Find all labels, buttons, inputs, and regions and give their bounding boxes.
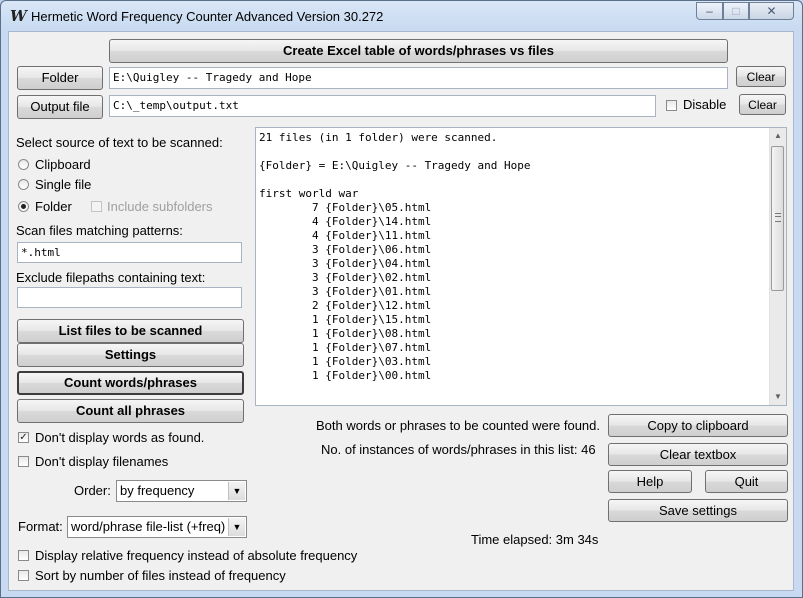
save-settings-button[interactable]: Save settings <box>608 499 788 522</box>
exclude-label: Exclude filepaths containing text: <box>16 270 206 285</box>
maximize-button[interactable]: □ <box>723 2 749 20</box>
minimize-button[interactable]: – <box>696 2 723 20</box>
patterns-input[interactable]: *.html <box>17 242 242 263</box>
scroll-up-icon[interactable]: ▲ <box>770 128 786 144</box>
clipboard-radio[interactable] <box>18 159 29 170</box>
folder-button[interactable]: Folder <box>17 66 103 90</box>
title-bar[interactable]: W Hermetic Word Frequency Counter Advanc… <box>1 1 802 31</box>
folder-path-field[interactable]: E:\Quigley -- Tragedy and Hope <box>109 67 728 89</box>
dont-display-filenames-label: Don't display filenames <box>35 454 169 469</box>
chevron-down-icon: ▼ <box>228 482 245 500</box>
format-value: word/phrase file-list (+freq) <box>71 519 226 534</box>
client-area: Create Excel table of words/phrases vs f… <box>8 31 794 591</box>
output-file-button[interactable]: Output file <box>17 95 103 119</box>
main-window: W Hermetic Word Frequency Counter Advanc… <box>0 0 803 598</box>
dont-display-words-label: Don't display words as found. <box>35 430 205 445</box>
scroll-thumb[interactable] <box>771 146 784 291</box>
close-icon: ✕ <box>766 4 777 18</box>
clear-textbox-button[interactable]: Clear textbox <box>608 443 788 466</box>
sort-by-files-checkbox[interactable] <box>18 570 29 581</box>
create-excel-table-button[interactable]: Create Excel table of words/phrases vs f… <box>109 39 728 63</box>
close-button[interactable]: ✕ <box>749 2 794 20</box>
instances-message: No. of instances of words/phrases in thi… <box>321 442 596 457</box>
window-title: Hermetic Word Frequency Counter Advanced… <box>31 9 384 24</box>
sort-by-files-label: Sort by number of files instead of frequ… <box>35 568 286 583</box>
output-textbox[interactable]: 21 files (in 1 folder) were scanned. {Fo… <box>255 127 787 406</box>
patterns-label: Scan files matching patterns: <box>16 223 183 238</box>
format-dropdown[interactable]: word/phrase file-list (+freq) ▼ <box>67 516 247 538</box>
clipboard-radio-label[interactable]: Clipboard <box>35 157 91 172</box>
format-label: Format: <box>18 519 63 534</box>
chevron-down-icon: ▼ <box>228 518 245 536</box>
include-subfolders-checkbox[interactable] <box>91 201 102 212</box>
dont-display-words-checkbox[interactable]: ✓ <box>18 432 29 443</box>
single-file-radio[interactable] <box>18 179 29 190</box>
scroll-down-icon[interactable]: ▼ <box>770 389 786 405</box>
grip-icon <box>775 213 781 222</box>
dont-display-filenames-checkbox[interactable] <box>18 456 29 467</box>
relative-frequency-checkbox[interactable] <box>18 550 29 561</box>
folder-radio-label[interactable]: Folder <box>35 199 72 214</box>
vertical-scrollbar[interactable]: ▲ ▼ <box>769 128 786 405</box>
found-message: Both words or phrases to be counted were… <box>316 418 601 433</box>
list-files-button[interactable]: List files to be scanned <box>17 319 244 343</box>
exclude-input[interactable] <box>17 287 242 308</box>
count-words-button[interactable]: Count words/phrases <box>17 371 244 395</box>
output-clear-button[interactable]: Clear <box>739 94 786 115</box>
folder-radio[interactable] <box>18 201 29 212</box>
source-heading: Select source of text to be scanned: <box>16 135 223 150</box>
relative-frequency-label: Display relative frequency instead of ab… <box>35 548 358 563</box>
minimize-icon: – <box>706 4 713 18</box>
disable-checkbox[interactable] <box>666 100 677 111</box>
maximize-icon: □ <box>732 4 740 18</box>
copy-to-clipboard-button[interactable]: Copy to clipboard <box>608 414 788 437</box>
disable-label: Disable <box>683 97 727 112</box>
output-text: 21 files (in 1 folder) were scanned. {Fo… <box>259 131 531 382</box>
help-button[interactable]: Help <box>608 470 692 493</box>
include-subfolders-label: Include subfolders <box>107 199 213 214</box>
settings-button[interactable]: Settings <box>17 343 244 367</box>
order-value: by frequency <box>120 483 195 498</box>
count-all-phrases-button[interactable]: Count all phrases <box>17 399 244 423</box>
single-file-radio-label[interactable]: Single file <box>35 177 91 192</box>
app-w-icon: W <box>10 7 27 25</box>
order-dropdown[interactable]: by frequency ▼ <box>116 480 247 502</box>
folder-clear-button[interactable]: Clear <box>736 66 786 87</box>
quit-button[interactable]: Quit <box>705 470 788 493</box>
order-label: Order: <box>74 483 111 498</box>
output-file-field[interactable]: C:\_temp\output.txt <box>109 95 656 117</box>
time-elapsed: Time elapsed: 3m 34s <box>471 532 599 547</box>
